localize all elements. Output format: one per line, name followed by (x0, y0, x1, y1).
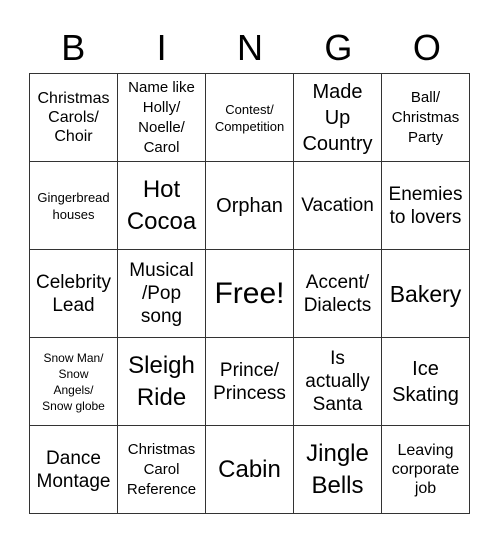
bingo-cell[interactable]: Musical /Pop song (118, 250, 206, 338)
cell-text: Snow Man/ Snow Angels/ Snow globe (42, 350, 105, 413)
cell-text: Musical /Pop song (129, 260, 194, 327)
free-space-cell[interactable]: Free! (206, 250, 294, 338)
bingo-cell[interactable]: Christmas Carols/ Choir (30, 74, 118, 162)
cell-text: Jingle Bells (306, 439, 369, 499)
cell-text: Celebrity Lead (36, 271, 111, 316)
cell-text: Enemies to lovers (388, 183, 463, 228)
header-letter-g: G (324, 27, 353, 68)
cell-text: Gingerbread houses (37, 189, 110, 222)
cell-text: Is actually Santa (305, 348, 370, 415)
cell-text: Leaving corporate job (391, 442, 460, 497)
cell-text: Orphan (216, 194, 283, 217)
bingo-cell[interactable]: Accent/ Dialects (294, 250, 382, 338)
bingo-cell[interactable]: Celebrity Lead (30, 250, 118, 338)
header-letter-n: N (237, 27, 264, 68)
cell-text: Sleigh Ride (128, 351, 195, 411)
bingo-cell[interactable]: Christmas Carol Reference (118, 426, 206, 514)
cell-text: Hot Cocoa (126, 175, 197, 235)
free-space-text: Free! (214, 276, 285, 310)
header-letter-b: B (61, 27, 86, 68)
bingo-cell[interactable]: Contest/ Competition (206, 74, 294, 162)
bingo-cell[interactable]: Vacation (294, 162, 382, 250)
bingo-cell[interactable]: Ball/ Christmas Party (382, 74, 470, 162)
header-letter-i: I (156, 27, 167, 68)
cell-text: Accent/ Dialects (303, 271, 372, 316)
bingo-cell[interactable]: Cabin (206, 426, 294, 514)
cell-text: Vacation (301, 195, 374, 216)
bingo-cell[interactable]: Ice Skating (382, 338, 470, 426)
cell-text: Bakery (389, 280, 462, 307)
bingo-cell[interactable]: Name like Holly/ Noelle/ Carol (118, 74, 206, 162)
bingo-cell[interactable]: Leaving corporate job (382, 426, 470, 514)
bingo-cell[interactable]: Snow Man/ Snow Angels/ Snow globe (30, 338, 118, 426)
cell-text: Christmas Carols/ Choir (37, 90, 110, 145)
cell-text: Prince/ Princess (213, 359, 286, 404)
bingo-cell[interactable]: Sleigh Ride (118, 338, 206, 426)
bingo-header: B I N G O (29, 22, 471, 74)
bingo-cell[interactable]: Hot Cocoa (118, 162, 206, 250)
bingo-cell[interactable]: Enemies to lovers (382, 162, 470, 250)
bingo-cell[interactable]: Is actually Santa (294, 338, 382, 426)
cell-text: Made Up Country (302, 80, 373, 155)
bingo-cell[interactable]: Prince/ Princess (206, 338, 294, 426)
bingo-cell[interactable]: Bakery (382, 250, 470, 338)
cell-text: Dance Montage (36, 447, 111, 492)
bingo-cell[interactable]: Orphan (206, 162, 294, 250)
cell-text: Contest/ Competition (214, 101, 285, 134)
cell-text: Name like Holly/ Noelle/ Carol (128, 78, 195, 156)
bingo-cell[interactable]: Jingle Bells (294, 426, 382, 514)
bingo-cell[interactable]: Dance Montage (30, 426, 118, 514)
cell-text: Christmas Carol Reference (126, 440, 197, 498)
bingo-cell[interactable]: Gingerbread houses (30, 162, 118, 250)
cell-text: Cabin (218, 455, 281, 483)
bingo-cell[interactable]: Made Up Country (294, 74, 382, 162)
cell-text: Ball/ Christmas Party (391, 88, 460, 146)
header-letter-o: O (412, 27, 441, 68)
bingo-grid: Christmas Carols/ Choir Name like Holly/… (29, 73, 470, 514)
cell-text: Ice Skating (392, 357, 459, 406)
